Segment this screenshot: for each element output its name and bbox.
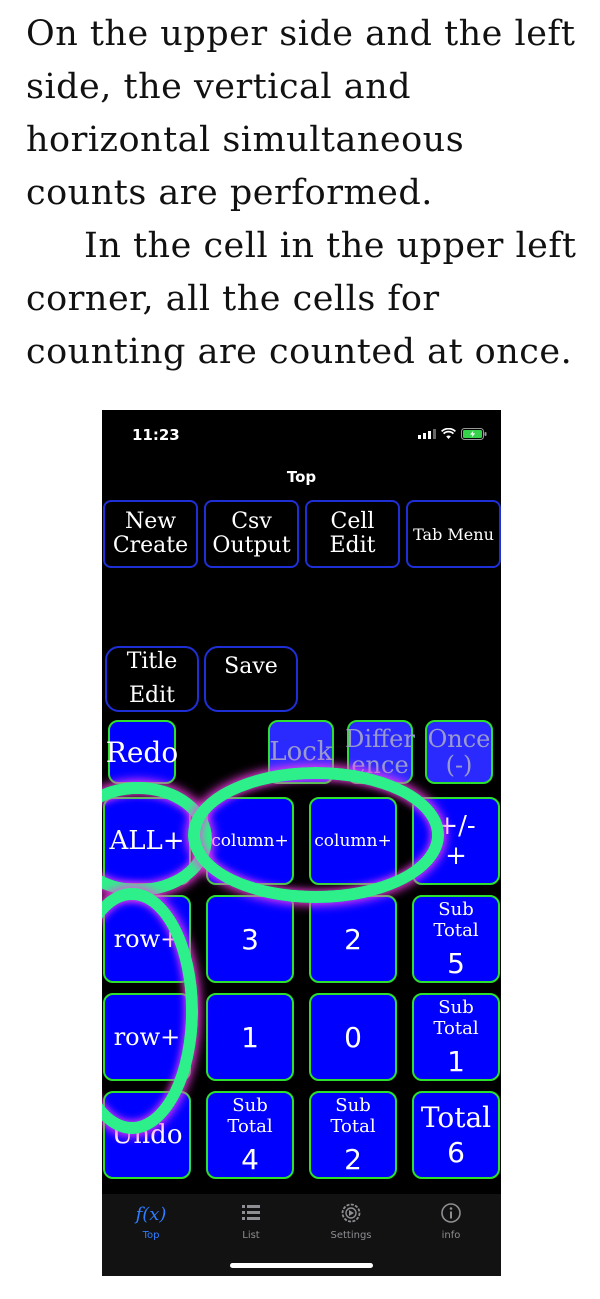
row-subtotal-cell-1: Sub Total 5 [412, 895, 500, 983]
intro-text: On the upper side and the left side, the… [26, 8, 586, 379]
tab-info[interactable]: info [411, 1202, 491, 1241]
title-edit-button[interactable]: Title Edit [105, 646, 199, 712]
subtotal-label: Sub Total [433, 898, 479, 941]
row-subtotal-value-2: 1 [447, 1044, 465, 1078]
redo-button[interactable]: Redo [105, 720, 179, 784]
row-subtotal-cell-2: Sub Total 1 [412, 993, 500, 1081]
count-cell-r1c1[interactable]: 3 [206, 895, 294, 983]
redo-label: Redo [105, 735, 179, 769]
new-create-button[interactable]: New Create [103, 500, 198, 568]
home-indicator [230, 1263, 373, 1268]
count-value-r1c1: 3 [241, 922, 259, 956]
tab-menu-button[interactable]: Tab Menu [406, 500, 501, 568]
count-cell-r1c2[interactable]: 2 [309, 895, 397, 983]
list-icon [211, 1202, 291, 1228]
nav-title: Top [286, 468, 317, 486]
battery-charging-icon [461, 428, 487, 440]
once-minus-label: Once (-) [427, 725, 491, 779]
count-value-r2c2: 0 [344, 1020, 362, 1054]
tab-top-label: Top [142, 1230, 160, 1241]
highlight-ring-columns [188, 767, 444, 903]
total-label: Total [420, 1101, 492, 1134]
status-icons [418, 428, 487, 440]
status-time: 11:23 [132, 426, 180, 444]
tab-list[interactable]: List [211, 1202, 291, 1241]
csv-output-button[interactable]: Csv Output [204, 500, 299, 568]
function-icon: f(x) [135, 1204, 167, 1225]
column-subtotal-value-1: 4 [241, 1142, 259, 1176]
tab-top[interactable]: f(x) Top [111, 1202, 191, 1241]
phone-screen: 11:23 Top New Create Csv Output Cell Edi… [102, 410, 501, 1276]
intro-paragraph-2: In the cell in the upper left corner, al… [26, 226, 577, 372]
lock-label: Lock [269, 737, 333, 767]
gear-icon [311, 1202, 391, 1228]
info-icon [411, 1202, 491, 1228]
count-value-r2c1: 1 [241, 1020, 259, 1054]
tab-bar: f(x) Top List Settings info [102, 1194, 501, 1276]
subtotal-label: Sub Total [330, 1094, 376, 1137]
count-value-r1c2: 2 [344, 922, 362, 956]
grand-total-value: 6 [447, 1136, 465, 1169]
tab-list-label: List [242, 1230, 260, 1241]
wifi-icon [441, 428, 456, 439]
signal-icon [418, 429, 436, 439]
count-cell-r2c1[interactable]: 1 [206, 993, 294, 1081]
subtotal-label: Sub Total [227, 1094, 273, 1137]
tab-settings-label: Settings [330, 1230, 372, 1241]
count-cell-r2c2[interactable]: 0 [309, 993, 397, 1081]
row-subtotal-value-1: 5 [447, 946, 465, 980]
cell-edit-button[interactable]: Cell Edit [305, 500, 400, 568]
intro-paragraph-1: On the upper side and the left side, the… [26, 14, 576, 213]
column-subtotal-value-2: 2 [344, 1142, 362, 1176]
tab-settings[interactable]: Settings [311, 1202, 391, 1241]
once-minus-button[interactable]: Once (-) [425, 720, 493, 784]
subtotal-label: Sub Total [433, 996, 479, 1039]
save-button[interactable]: Save [204, 646, 298, 712]
grand-total-cell: Total 6 [412, 1091, 500, 1179]
column-subtotal-cell-1: Sub Total 4 [206, 1091, 294, 1179]
column-subtotal-cell-2: Sub Total 2 [309, 1091, 397, 1179]
tab-info-label: info [441, 1230, 461, 1241]
